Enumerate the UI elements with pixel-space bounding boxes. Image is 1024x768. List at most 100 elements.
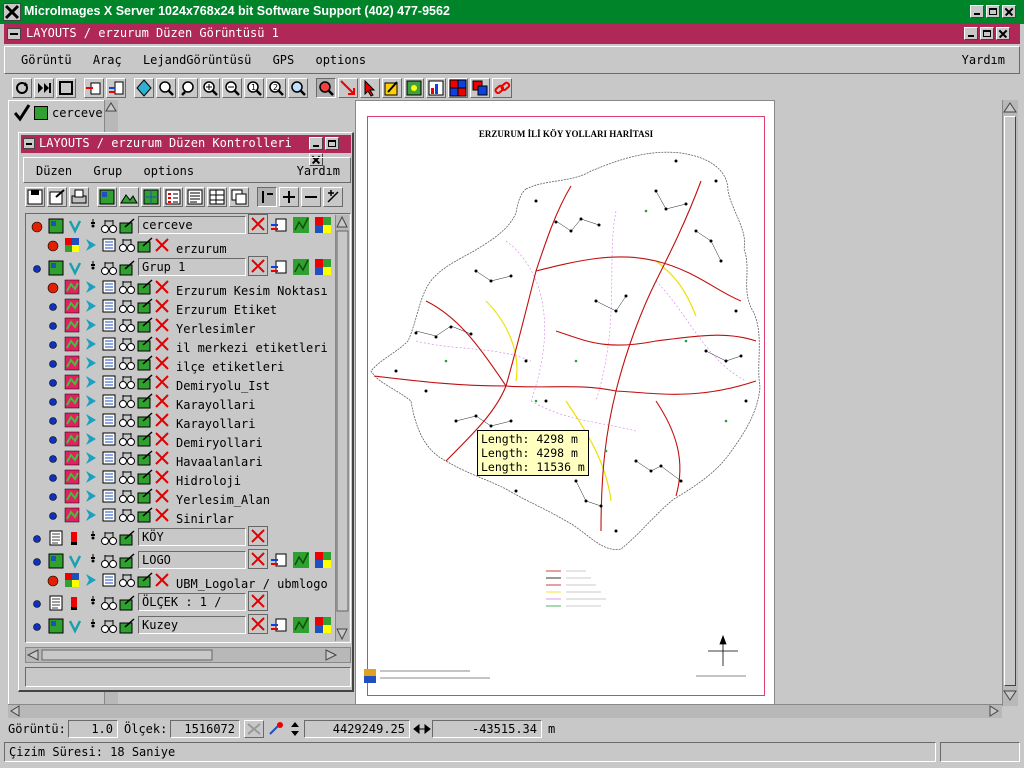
- vector-layer-icon[interactable]: [64, 336, 80, 355]
- edit-icon[interactable]: [119, 595, 135, 614]
- vector-layer-icon[interactable]: [64, 355, 80, 374]
- select-arrow-icon[interactable]: [83, 374, 99, 393]
- layer-row[interactable]: ilçe etiketleri: [26, 355, 350, 374]
- layer-row[interactable]: Sinirlar: [26, 507, 350, 526]
- select-arrow-icon[interactable]: [83, 237, 99, 256]
- info-icon[interactable]: [101, 488, 117, 507]
- align-icon[interactable]: [257, 187, 277, 207]
- layer-row[interactable]: Yerlesim_Alan: [26, 488, 350, 507]
- layer-name[interactable]: Sinirlar: [176, 512, 234, 526]
- visibility-dot-icon[interactable]: [46, 433, 60, 450]
- color-palette-icon[interactable]: [314, 258, 334, 278]
- layer-row[interactable]: Grup 1: [26, 256, 350, 279]
- layer-list-hscroll[interactable]: [25, 647, 351, 663]
- layer-row[interactable]: Erzurum Etiket: [26, 298, 350, 317]
- layer-name[interactable]: Karayollari: [176, 398, 255, 412]
- layer-name[interactable]: il merkezi etiketleri: [176, 341, 328, 355]
- edit-icon[interactable]: [137, 412, 153, 431]
- remove-icon[interactable]: [154, 298, 170, 317]
- group-icon[interactable]: [48, 218, 64, 237]
- vector-layer-icon[interactable]: [64, 469, 80, 488]
- edit-icon[interactable]: [137, 431, 153, 450]
- vector-layer-icon[interactable]: [64, 317, 80, 336]
- select-arrow-icon[interactable]: [83, 336, 99, 355]
- visibility-dot-icon[interactable]: [46, 471, 60, 488]
- menu-arac[interactable]: Araç: [93, 53, 122, 67]
- select-icon[interactable]: [360, 78, 380, 98]
- layer-row[interactable]: Yerlesimler: [26, 317, 350, 336]
- group-name-field[interactable]: Kuzey: [138, 616, 246, 634]
- layer-name[interactable]: Karayollari: [176, 417, 255, 431]
- align-minus-icon[interactable]: [301, 187, 321, 207]
- menu-duzen[interactable]: Düzen: [36, 164, 72, 178]
- layer-name[interactable]: Yerlesim_Alan: [176, 493, 270, 507]
- color-palette-icon[interactable]: [314, 216, 334, 236]
- select-arrow-icon[interactable]: [83, 279, 99, 298]
- remove-icon[interactable]: [248, 214, 268, 234]
- add-raster-icon[interactable]: [97, 187, 117, 207]
- stack-icon[interactable]: [470, 78, 490, 98]
- visibility-dot-icon[interactable]: [30, 220, 44, 237]
- view-icon[interactable]: [118, 317, 136, 336]
- edit-icon[interactable]: [137, 355, 153, 374]
- group-name-field[interactable]: ÖLÇEK : 1 / ...: [138, 593, 246, 611]
- view-icon[interactable]: [118, 393, 136, 412]
- check-icon[interactable]: [67, 218, 83, 237]
- scale-field[interactable]: 1516072: [170, 720, 240, 738]
- remove-icon[interactable]: [154, 317, 170, 336]
- visibility-dot-icon[interactable]: [46, 319, 60, 336]
- layout-minimize-button[interactable]: [964, 27, 978, 40]
- layer-row[interactable]: il merkezi etiketleri: [26, 336, 350, 355]
- select-arrow-icon[interactable]: [83, 412, 99, 431]
- gps-icon[interactable]: [404, 78, 424, 98]
- edit-icon[interactable]: [119, 618, 135, 637]
- edit-icon[interactable]: [119, 530, 135, 549]
- view-icon[interactable]: [100, 553, 118, 572]
- layer-row[interactable]: Karayollari: [26, 393, 350, 412]
- check-icon[interactable]: [67, 618, 83, 637]
- remove-icon[interactable]: [248, 256, 268, 276]
- info-icon[interactable]: [101, 469, 117, 488]
- align-plus-icon[interactable]: [279, 187, 299, 207]
- save-icon[interactable]: [25, 187, 45, 207]
- vector-layer-icon[interactable]: [64, 412, 80, 431]
- edit-icon[interactable]: [137, 469, 153, 488]
- edit-icon[interactable]: [137, 279, 153, 298]
- vscroll-down-icon[interactable]: [1003, 690, 1017, 705]
- edit-legend-icon[interactable]: [382, 78, 402, 98]
- edit-icon[interactable]: [137, 336, 153, 355]
- vscroll-thumb[interactable]: [1004, 116, 1016, 686]
- visibility-dot-icon[interactable]: [46, 239, 60, 256]
- map-canvas[interactable]: ERZURUM İLİ KÖY YOLLARI HARİTASI Length:…: [355, 100, 775, 705]
- vector-layer-icon[interactable]: [64, 431, 80, 450]
- add-to-group-icon[interactable]: [270, 216, 290, 236]
- layer-name[interactable]: Erzurum Etiket: [176, 303, 277, 317]
- remove-icon[interactable]: [154, 488, 170, 507]
- add-to-group-icon[interactable]: [270, 551, 290, 571]
- visibility-dot-icon[interactable]: [30, 262, 44, 279]
- remove-icon[interactable]: [154, 412, 170, 431]
- layer-row[interactable]: KÖY HİZMETLE...: [26, 526, 350, 549]
- text-edit-icon[interactable]: [67, 595, 83, 614]
- window-menu-icon[interactable]: [7, 28, 21, 40]
- remove-icon[interactable]: [248, 614, 268, 634]
- layer-name[interactable]: ilçe etiketleri: [176, 360, 284, 374]
- raster-layer-icon[interactable]: [64, 237, 80, 256]
- edit-icon[interactable]: [119, 218, 135, 237]
- edit-icon[interactable]: [137, 374, 153, 393]
- vector-layer-icon[interactable]: [64, 450, 80, 469]
- vector-layer-icon[interactable]: [64, 393, 80, 412]
- select-arrow-icon[interactable]: [83, 298, 99, 317]
- group-icon[interactable]: [48, 553, 64, 572]
- layer-row[interactable]: Erzurum Kesim Noktası: [26, 279, 350, 298]
- minimize-button[interactable]: [970, 5, 984, 18]
- remove-icon[interactable]: [248, 526, 268, 546]
- zoom-box-icon[interactable]: [156, 78, 176, 98]
- select-arrow-icon[interactable]: [83, 431, 99, 450]
- zoom-1x-icon[interactable]: 1: [244, 78, 264, 98]
- controls-menu-help[interactable]: Yardım: [297, 164, 340, 178]
- select-arrow-icon[interactable]: [83, 488, 99, 507]
- remove-icon[interactable]: [248, 549, 268, 569]
- edit-icon[interactable]: [137, 298, 153, 317]
- layer-row[interactable]: UBM_Logolar / ubmlogo: [26, 572, 350, 591]
